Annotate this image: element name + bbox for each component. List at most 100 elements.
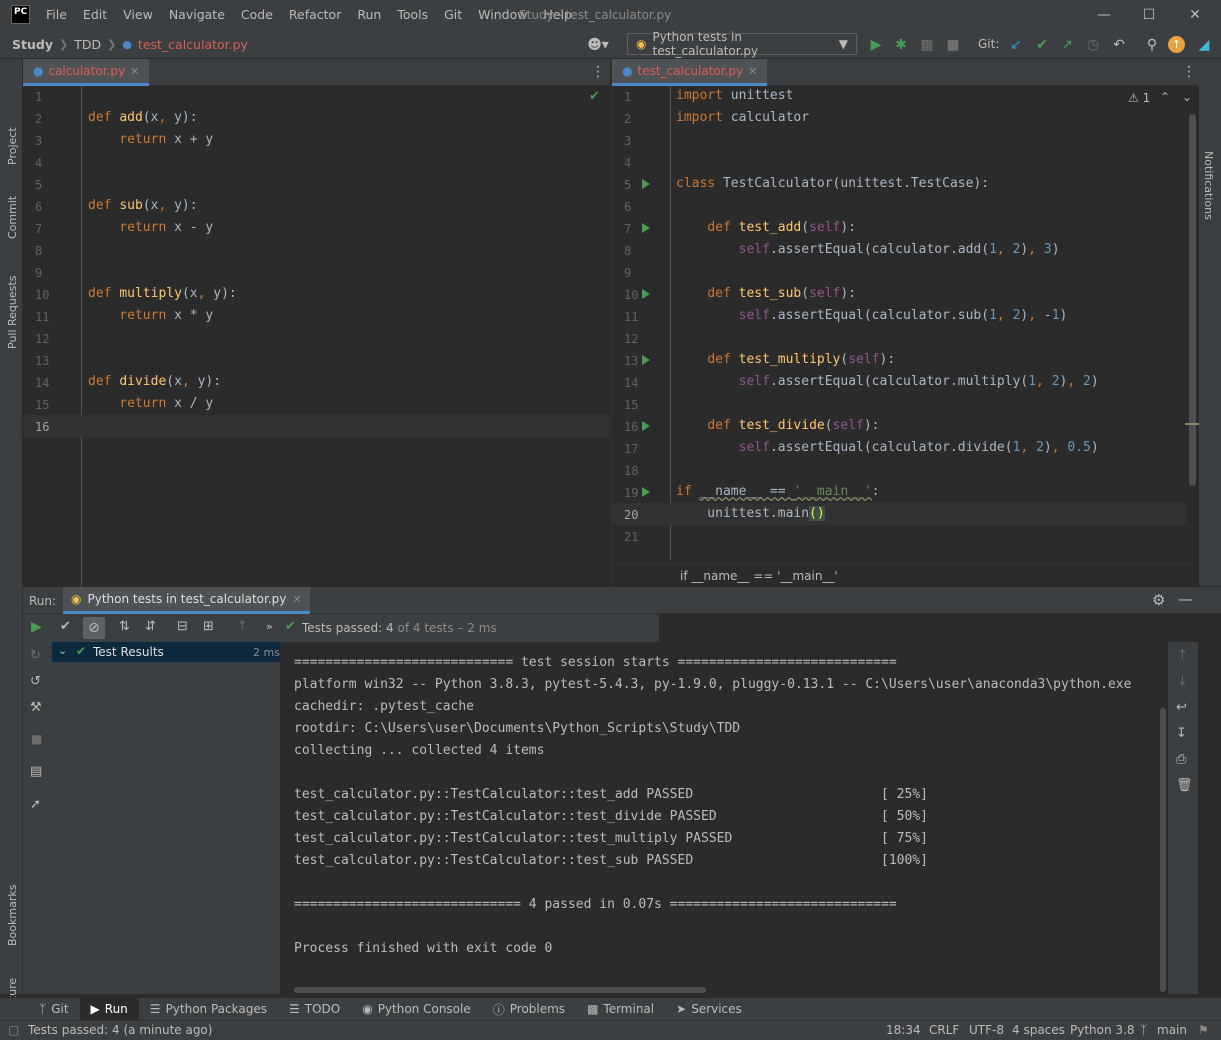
run-main-icon[interactable] [642,487,650,497]
lock-icon[interactable]: ⚑ [1198,1023,1209,1037]
project-tool-tab[interactable]: Project [6,127,19,165]
close-tab-icon[interactable]: ✕ [130,65,139,78]
warnings-indicator[interactable]: ⚠ 1 [1128,91,1150,105]
editor-tab-test-calculator[interactable]: ● test_calculator.py ✕ [612,59,768,86]
rerun-failed-icon[interactable]: ↻ [30,648,41,663]
editor-tab-calculator[interactable]: ● calculator.py ✕ [23,59,150,86]
pin-icon[interactable]: ➚ [30,797,41,812]
collapse-all-icon[interactable]: ⊞ [203,619,214,634]
rerun-icon[interactable]: ▶ [31,619,42,635]
console-output[interactable]: ============================ test sessio… [282,642,1168,994]
sort-by-duration-icon[interactable]: ⇵ [145,619,156,634]
scroll-to-end-icon[interactable]: ↧ [1176,726,1187,741]
show-passed-icon[interactable]: ✔ [60,619,71,634]
minimize-button[interactable]: — [1081,0,1127,30]
notifications-tool-tab[interactable]: Notifications [1202,151,1215,220]
toggle-auto-test-icon[interactable]: ↺ [30,674,41,689]
search-icon[interactable]: ⚲ [1142,35,1162,55]
tool-tab-run[interactable]: ▶ Run [79,997,139,1021]
hide-panel-icon[interactable]: — [1178,590,1193,608]
show-ignored-icon[interactable]: ⊘ [83,617,105,639]
menu-tools[interactable]: Tools [389,0,436,30]
print-icon[interactable]: ⎙ [1176,752,1186,767]
menu-view[interactable]: View [115,0,161,30]
tool-tab-problems[interactable]: ⓘ Problems [482,998,576,1021]
tool-tab-git[interactable]: ᛉ Git [28,998,80,1021]
git-update-icon[interactable]: ↙ [1006,35,1026,55]
coverage-icon[interactable]: ▩ [917,35,937,55]
history-icon[interactable]: ◷ [1083,35,1103,55]
previous-failed-icon[interactable]: ↑ [237,619,248,634]
close-tab-icon[interactable]: ✕ [748,65,757,78]
line-separator[interactable]: CRLF [929,1023,959,1037]
close-tab-icon[interactable]: ✕ [292,593,301,606]
breadcrumb-project[interactable]: Study [12,37,53,52]
git-commit-icon[interactable]: ✔ [1032,35,1052,55]
run-test-class-icon[interactable] [642,179,650,189]
user-icon[interactable]: ☻▾ [584,35,612,55]
run-test-icon[interactable] [642,421,650,431]
tool-tab-python-console[interactable]: ◉ Python Console [351,998,482,1021]
expand-all-icon[interactable]: ⊟ [177,619,188,634]
more-options-icon[interactable]: ⋮ [1182,64,1196,80]
close-window-button[interactable]: ✕ [1172,0,1218,30]
gear-icon[interactable]: ⚙ [1152,591,1165,609]
code-breadcrumb[interactable]: if __name__ == '__main__' [680,569,838,583]
wrench-icon[interactable]: ⚒ [30,700,42,715]
more-actions-icon[interactable]: » [266,620,273,633]
indent-setting[interactable]: 4 spaces [1012,1023,1065,1037]
toggle-tool-windows-icon[interactable]: ▢ [8,1023,19,1037]
more-options-icon[interactable]: ⋮ [591,64,605,80]
tool-tab-todo[interactable]: ☰ TODO [278,998,351,1021]
pull-requests-tool-tab[interactable]: Pull Requests [6,276,19,349]
up-arrow-icon[interactable]: ↑ [1177,648,1188,663]
maximize-button[interactable]: ☐ [1126,0,1172,30]
menu-edit[interactable]: Edit [75,0,115,30]
vertical-scrollbar[interactable] [1160,708,1166,992]
tool-tab-services[interactable]: ➤ Services [665,998,753,1021]
down-arrow-icon[interactable]: ↓ [1177,674,1188,689]
updates-icon[interactable]: ↑ [1168,36,1185,53]
run-config-selector[interactable]: ◉ Python tests in test_calculator.py ▼ [627,30,857,58]
menu-refactor[interactable]: Refactor [281,0,349,30]
run-tab[interactable]: ◉ Python tests in test_calculator.py ✕ [63,587,310,614]
run-test-icon[interactable] [642,289,650,299]
test-results-row[interactable]: ⌄ ✔ Test Results 2 ms [52,642,280,662]
menu-run[interactable]: Run [349,0,389,30]
tool-tab-python-packages[interactable]: ☰ Python Packages [139,998,278,1021]
git-push-icon[interactable]: ↗ [1057,35,1077,55]
caret-position[interactable]: 18:34 [886,1023,921,1037]
run-icon[interactable]: ▶ [866,35,886,55]
stop-icon[interactable]: ■ [31,732,42,746]
python-interpreter[interactable]: Python 3.8 [1070,1023,1135,1037]
menu-git[interactable]: Git [436,0,470,30]
stop-icon[interactable]: ■ [943,35,963,55]
trash-icon[interactable]: 🗑 [1176,778,1193,793]
tool-tab-label: Git [51,1002,69,1016]
layout-icon[interactable]: ▤ [30,764,42,779]
rollback-icon[interactable]: ↶ [1109,35,1129,55]
soft-wrap-icon[interactable]: ↩ [1176,700,1187,715]
run-test-icon[interactable] [642,223,650,233]
chevron-down-icon[interactable]: ⌄ [58,644,67,657]
horizontal-scrollbar[interactable] [294,987,706,993]
bookmarks-tool-tab[interactable]: Bookmarks [6,885,19,946]
run-test-icon[interactable] [642,355,650,365]
file-encoding[interactable]: UTF-8 [969,1023,1004,1037]
menu-navigate[interactable]: Navigate [161,0,233,30]
tool-tab-terminal[interactable]: ▩ Terminal [576,998,665,1021]
scrollbar-thumb[interactable] [1189,114,1196,486]
status-message[interactable]: Tests passed: 4 (a minute ago) [28,1023,212,1037]
jetbrains-icon[interactable]: ◢ [1194,35,1214,55]
git-branch[interactable]: main [1157,1023,1187,1037]
next-highlight-icon[interactable]: ⌄ [1182,90,1192,104]
sort-alphabetically-icon[interactable]: ⇅ [119,619,130,634]
debug-icon[interactable]: ✱ [891,35,911,55]
breadcrumb-file[interactable]: test_calculator.py [138,37,248,52]
menu-file[interactable]: File [38,0,75,30]
commit-tool-tab[interactable]: Commit [6,196,19,239]
no-problems-icon: ✔ [589,89,600,104]
breadcrumb-folder[interactable]: TDD [74,37,101,52]
previous-highlight-icon[interactable]: ⌃ [1160,90,1170,104]
menu-code[interactable]: Code [233,0,281,30]
